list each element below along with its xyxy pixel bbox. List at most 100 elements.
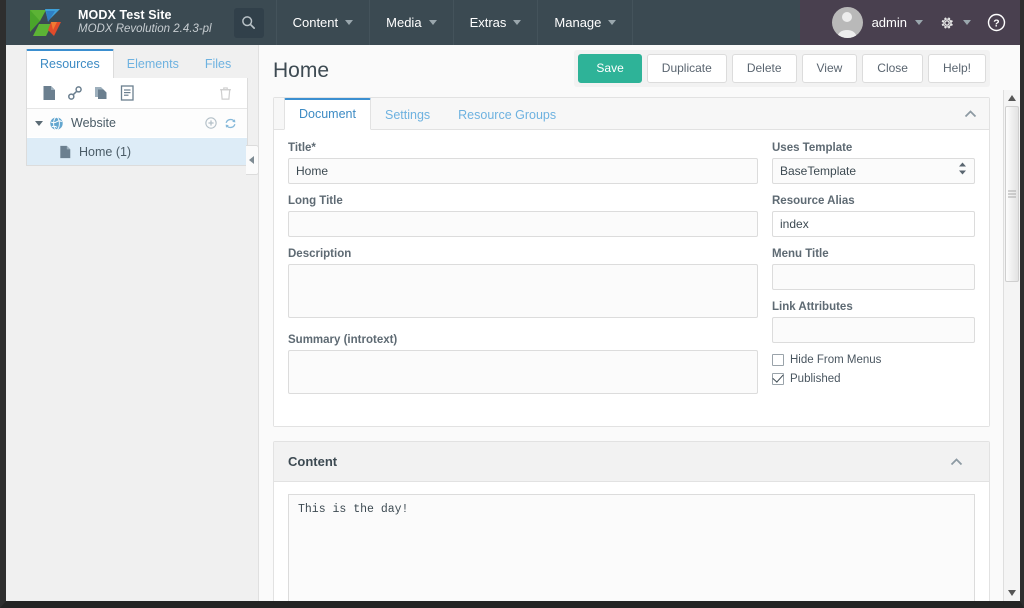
description-textarea[interactable] (288, 264, 758, 318)
help-button[interactable]: ? (987, 13, 1006, 32)
modx-manager-window: MODX Test Site MODX Revolution 2.4.3-pl … (0, 0, 1024, 608)
chevron-up-icon (950, 457, 963, 465)
link-attributes-input[interactable] (772, 317, 975, 343)
chevron-down-icon[interactable] (915, 20, 923, 25)
view-button[interactable]: View (801, 54, 858, 84)
search-button[interactable] (233, 7, 264, 38)
plus-icon[interactable] (205, 116, 217, 129)
content-textarea[interactable] (288, 494, 975, 601)
tree-node-home[interactable]: Home (1) (27, 137, 247, 165)
expand-caret-icon[interactable] (35, 120, 43, 126)
checkbox-box[interactable] (772, 373, 784, 385)
sidebar-tab-label: Elements (126, 57, 179, 71)
field-summary: Summary (introtext) (288, 334, 758, 399)
sidebar-tab-label: Files (204, 57, 232, 71)
resource-alias-input[interactable] (772, 211, 975, 237)
action-button-bar: Save Duplicate Delete View Close Help! (574, 50, 990, 88)
nav-item-content[interactable]: Content (275, 0, 370, 45)
svg-text:?: ? (993, 19, 999, 30)
delete-button[interactable]: Delete (731, 54, 797, 84)
checkbox-label: Hide From Menus (790, 354, 882, 366)
field-label: Description (288, 248, 352, 260)
content-panel-title: Content (288, 454, 338, 469)
collapse-sidebar-icon (249, 156, 254, 164)
chevron-down-icon (608, 20, 617, 25)
new-static-resource-icon[interactable] (114, 80, 140, 106)
scroll-down-button[interactable] (1004, 585, 1020, 601)
field-description: Description (288, 248, 758, 323)
modx-logo[interactable] (20, 0, 72, 45)
field-uses-template: Uses Template (772, 142, 975, 184)
main-content-area: Home Save Duplicate Delete View Close He… (258, 45, 1020, 601)
chevron-down-icon (513, 20, 522, 25)
scrollbar-thumb[interactable] (1005, 106, 1019, 282)
new-symlink-icon[interactable] (88, 80, 114, 106)
trash-icon[interactable] (212, 80, 238, 106)
sidebar-tab-files[interactable]: Files (192, 50, 244, 79)
sidebar-tab-elements[interactable]: Elements (114, 50, 192, 79)
save-button[interactable]: Save (578, 54, 642, 84)
scroll-down-arrow-icon (1008, 590, 1016, 596)
scroll-up-button[interactable] (1004, 90, 1020, 106)
document-tabstrip: Document Settings Resource Groups (274, 98, 989, 130)
collapse-content-panel-button[interactable] (950, 453, 963, 471)
new-document-icon[interactable] (36, 80, 62, 106)
field-menu-title: Menu Title (772, 248, 975, 290)
tab-label: Settings (384, 108, 431, 122)
nav-item-label: Manage (554, 15, 602, 30)
collapse-sidebar-button[interactable] (246, 145, 259, 175)
content-panel-body (274, 482, 989, 601)
vertical-scrollbar[interactable] (1003, 90, 1020, 601)
tree-toolbar (27, 78, 247, 109)
duplicate-icon-glyph (95, 87, 107, 99)
document-form: Title* Long Title Description Summary (i… (274, 130, 989, 426)
document-panel: Document Settings Resource Groups Title*… (273, 97, 990, 427)
field-label: Uses Template (772, 142, 853, 154)
left-sidebar: Resources Elements Files Website Home (1… (6, 45, 259, 601)
top-header-bar: MODX Test Site MODX Revolution 2.4.3-pl … (6, 0, 1020, 45)
duplicate-button[interactable]: Duplicate (646, 54, 727, 84)
checkbox-hide-from-menus[interactable]: Hide From Menus (772, 354, 975, 366)
form-left-column: Title* Long Title Description Summary (i… (288, 142, 758, 410)
avatar[interactable] (831, 7, 863, 38)
user-name[interactable]: admin (872, 15, 907, 30)
uses-template-select[interactable] (772, 158, 975, 184)
page-header: Home Save Duplicate Delete View Close He… (259, 45, 1020, 97)
field-label: Resource Alias (772, 195, 855, 207)
collapse-document-panel-button[interactable] (964, 105, 977, 123)
field-title: Title* (288, 142, 758, 184)
scrollbar-track[interactable] (1004, 106, 1020, 585)
site-name: MODX Test Site (78, 8, 172, 23)
menu-title-input[interactable] (772, 264, 975, 290)
summary-textarea[interactable] (288, 350, 758, 394)
tree-node-label: Home (1) (79, 144, 132, 159)
new-document-icon-glyph (43, 86, 55, 100)
new-link-icon[interactable] (62, 80, 88, 106)
close-button[interactable]: Close (862, 54, 923, 84)
field-label: Long Title (288, 195, 343, 207)
trash-icon-glyph (219, 87, 231, 100)
checkbox-published[interactable]: Published (772, 373, 975, 385)
tab-resource-groups[interactable]: Resource Groups (444, 100, 570, 130)
field-resource-alias: Resource Alias (772, 195, 975, 237)
tab-settings[interactable]: Settings (371, 100, 444, 130)
chevron-down-icon (428, 20, 437, 25)
help-button[interactable]: Help! (927, 54, 986, 84)
site-version: MODX Revolution 2.4.3-pl (78, 23, 212, 36)
settings-button[interactable] (939, 15, 971, 31)
static-resource-icon-glyph (120, 85, 134, 101)
tab-document[interactable]: Document (284, 98, 371, 130)
chevron-up-icon (964, 110, 977, 118)
long-title-input[interactable] (288, 211, 758, 237)
nav-item-manage[interactable]: Manage (537, 0, 634, 45)
refresh-icon[interactable] (224, 117, 237, 130)
sidebar-tab-resources[interactable]: Resources (26, 49, 114, 79)
nav-item-extras[interactable]: Extras (452, 0, 538, 45)
tree-node-website[interactable]: Website (27, 109, 247, 137)
title-input[interactable] (288, 158, 758, 184)
nav-item-media[interactable]: Media (369, 0, 452, 45)
gear-icon (941, 16, 953, 29)
checkbox-box[interactable] (772, 354, 784, 366)
tab-label: Resource Groups (458, 108, 557, 122)
search-icon (242, 16, 256, 29)
